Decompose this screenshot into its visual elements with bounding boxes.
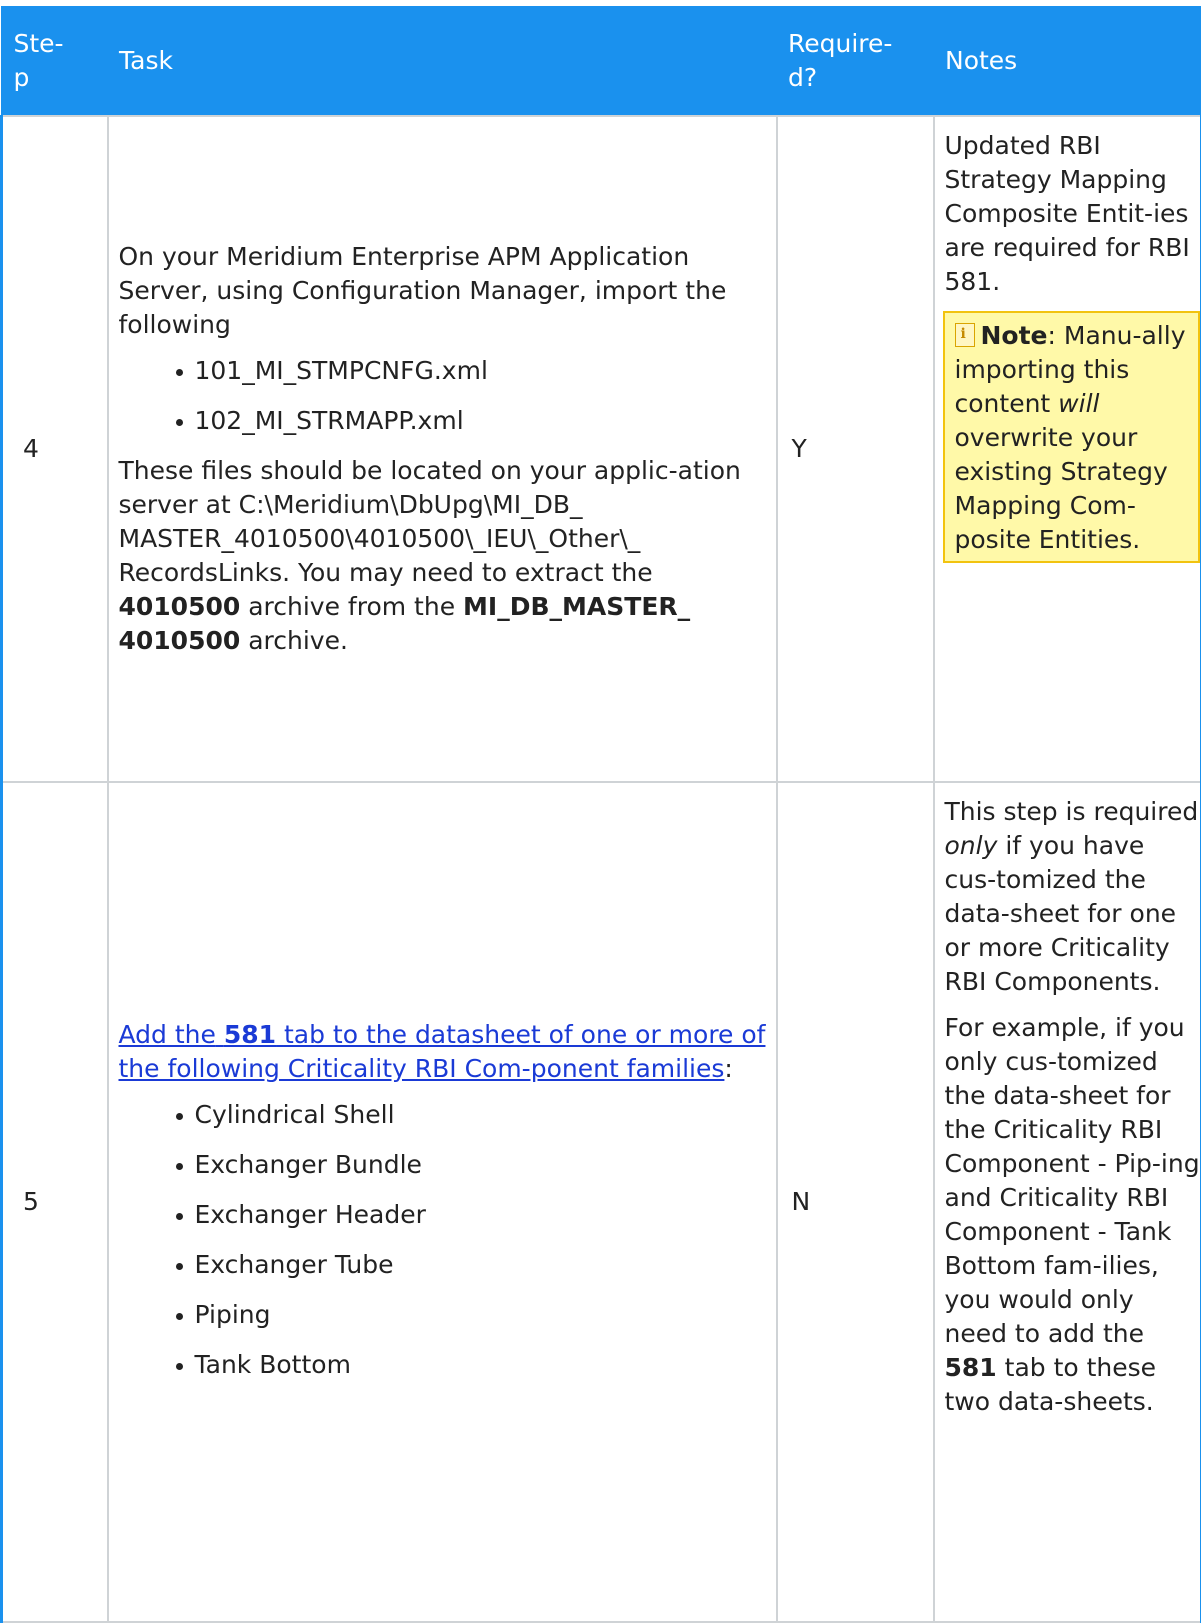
task-cell: On your Meridium Enterprise APM Applicat… <box>108 116 777 782</box>
notes-emphasis: only <box>945 831 998 860</box>
upgrade-steps-table: Ste- p Task Require- d? Notes 4 On your … <box>0 6 1201 1623</box>
list-item: 101_MI_STMPCNFG.xml <box>195 354 770 388</box>
header-row: Ste- p Task Require- d? Notes <box>2 7 1201 117</box>
header-task: Task <box>108 7 777 117</box>
table-row: 5 Add the 581 tab to the datasheet of on… <box>2 782 1201 1622</box>
note-emphasis: will <box>1058 389 1099 418</box>
file-location-text: These files should be located on your ap… <box>119 454 770 658</box>
archive-mid-text: archive from the <box>248 592 455 621</box>
required-value: N <box>777 782 934 1622</box>
header-step: Ste- p <box>2 7 108 117</box>
list-item: Tank Bottom <box>195 1348 770 1382</box>
location-text: These files should be located on your ap… <box>119 456 741 587</box>
note-icon: i <box>955 323 975 347</box>
task-link-line: Add the 581 tab to the datasheet of one … <box>119 1018 770 1086</box>
notes-cell: This step is required only if you have c… <box>934 782 1201 1622</box>
list-item: Piping <box>195 1298 770 1332</box>
required-value: Y <box>777 116 934 782</box>
family-list: Cylindrical Shell Exchanger Bundle Excha… <box>119 1098 770 1382</box>
list-item: Exchanger Bundle <box>195 1148 770 1182</box>
archive-end-text: archive. <box>248 626 348 655</box>
task-intro: On your Meridium Enterprise APM Applicat… <box>119 240 770 342</box>
note-callout: iNote: Manu-ally importing this content … <box>943 311 1201 563</box>
notes-cell: Updated RBI Strategy Mapping Composite E… <box>934 116 1201 782</box>
note-label: Note <box>981 321 1048 350</box>
list-item: Exchanger Tube <box>195 1248 770 1282</box>
list-item: Exchanger Header <box>195 1198 770 1232</box>
table-header: Ste- p Task Require- d? Notes <box>2 7 1201 117</box>
table-row: 4 On your Meridium Enterprise APM Applic… <box>2 116 1201 782</box>
header-required: Require- d? <box>777 7 934 117</box>
step-number: 4 <box>2 116 108 782</box>
notes-paragraph: This step is required only if you have c… <box>945 795 1201 999</box>
list-item: 102_MI_STRMAPP.xml <box>195 404 770 438</box>
task-cell: Add the 581 tab to the datasheet of one … <box>108 782 777 1622</box>
list-item: Cylindrical Shell <box>195 1098 770 1132</box>
link-colon: : <box>724 1054 732 1083</box>
step-number: 5 <box>2 782 108 1622</box>
file-list: 101_MI_STMPCNFG.xml 102_MI_STRMAPP.xml <box>119 354 770 438</box>
note-text-post: overwrite your existing Strategy Mapping… <box>955 423 1168 554</box>
notes-text: Updated RBI Strategy Mapping Composite E… <box>945 129 1201 299</box>
archive-name: 4010500 <box>119 592 241 621</box>
tab-name: 581 <box>945 1353 997 1382</box>
notes-paragraph: For example, if you only cus-tomized the… <box>945 1011 1201 1419</box>
header-notes: Notes <box>934 7 1201 117</box>
add-tab-link[interactable]: Add the 581 tab to the datasheet of one … <box>119 1020 766 1083</box>
